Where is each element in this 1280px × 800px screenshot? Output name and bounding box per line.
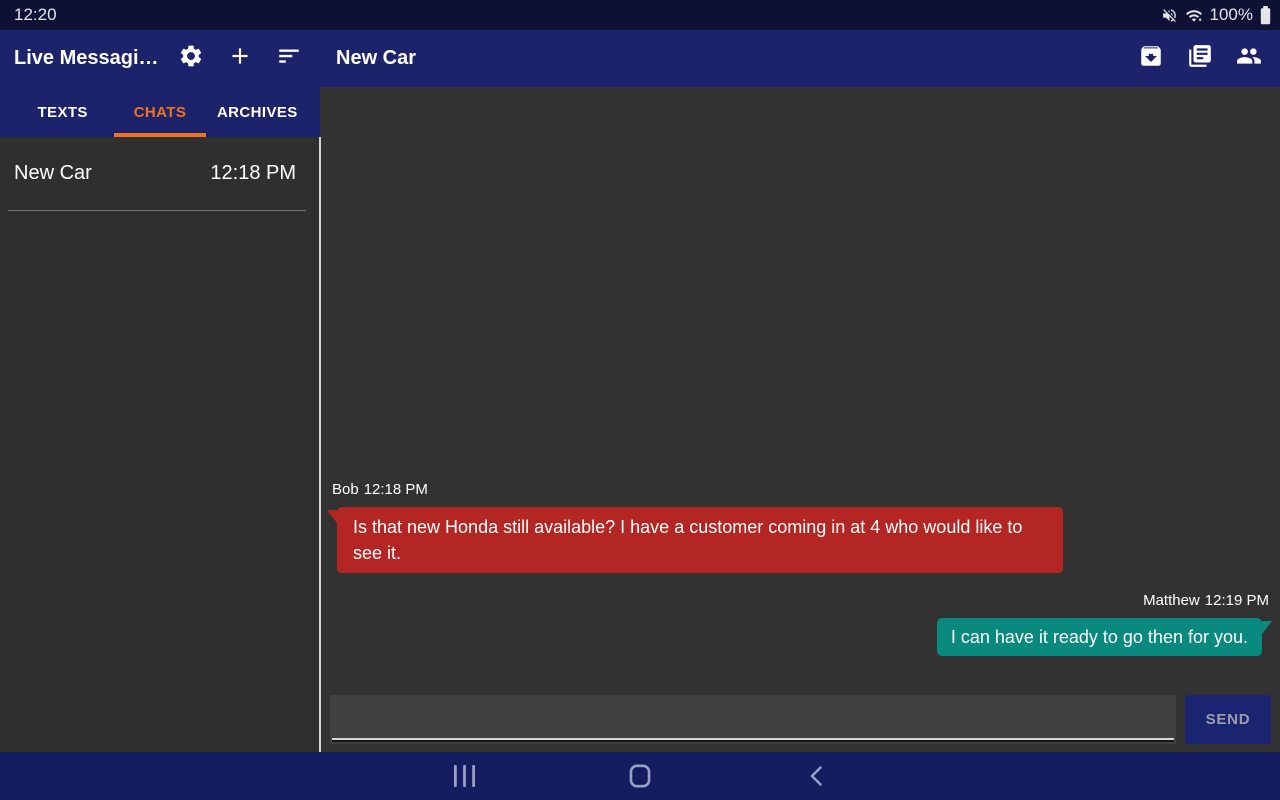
outgoing-bubble: I can have it ready to go then for you. — [936, 618, 1273, 656]
list-divider — [8, 210, 306, 211]
tab-chats[interactable]: CHATS — [111, 87, 208, 137]
recents-icon — [453, 765, 475, 787]
message-meta: Bob 12:18 PM — [332, 481, 428, 499]
message-sender: Bob — [332, 481, 359, 498]
add-icon — [227, 43, 253, 74]
message-text: Is that new Honda still available? I hav… — [353, 517, 1023, 563]
app-bar: Live Messagi… New Car — [0, 30, 1280, 87]
tab-texts[interactable]: TEXTS — [14, 87, 111, 137]
battery-icon — [1260, 5, 1271, 25]
tab-archives[interactable]: ARCHIVES — [209, 87, 306, 137]
message-time: 12:19 PM — [1204, 592, 1269, 609]
archive-button[interactable] — [1126, 30, 1175, 87]
send-button-label: SEND — [1205, 711, 1251, 728]
message-text: I can have it ready to go then for you. — [950, 627, 1248, 647]
contacts-button[interactable] — [1224, 30, 1273, 87]
templates-icon — [1187, 43, 1213, 74]
conversation-list-item[interactable]: New Car 12:18 PM — [0, 137, 319, 210]
message-incoming: Bob 12:18 PM Is that new Honda still ava… — [327, 481, 1271, 573]
message-time: 12:18 PM — [363, 481, 428, 498]
message-outgoing: Matthew 12:19 PM I can have it ready to … — [330, 592, 1273, 656]
status-bar: 12:20 100% — [0, 0, 1280, 30]
message-list: Bob 12:18 PM Is that new Honda still ava… — [327, 481, 1273, 656]
app-bar-left: Live Messagi… — [0, 30, 320, 87]
home-button[interactable] — [608, 752, 672, 800]
status-icons: 100% — [1161, 5, 1271, 25]
home-icon — [628, 764, 652, 788]
conversation-time: 12:18 PM — [210, 162, 296, 184]
incoming-bubble: Is that new Honda still available? I hav… — [327, 507, 1063, 573]
sort-button[interactable] — [264, 30, 313, 87]
archive-icon — [1138, 43, 1164, 74]
app-bar-right-actions — [1126, 30, 1273, 87]
wifi-icon — [1185, 7, 1203, 23]
message-sender: Matthew — [1143, 592, 1200, 609]
send-button[interactable]: SEND — [1185, 695, 1271, 744]
message-composer: SEND — [330, 695, 1271, 744]
tab-chats-label: CHATS — [133, 103, 187, 121]
volume-muted-icon — [1161, 7, 1178, 24]
system-nav-bar — [0, 752, 1280, 800]
status-time: 12:20 — [14, 5, 57, 24]
messaging-app-screen: 12:20 100% Live Messagi… New Car TEXTS C… — [0, 0, 1280, 800]
new-conversation-button[interactable] — [215, 30, 264, 87]
conversation-list: New Car 12:18 PM — [0, 137, 319, 752]
contacts-icon — [1236, 43, 1262, 74]
message-input[interactable] — [330, 695, 1176, 744]
message-input-wrap — [330, 695, 1176, 744]
settings-button[interactable] — [166, 30, 215, 87]
back-button[interactable] — [784, 752, 848, 800]
chat-panel: Bob 12:18 PM Is that new Honda still ava… — [321, 87, 1280, 752]
recents-button[interactable] — [432, 752, 496, 800]
battery-percent: 100% — [1209, 5, 1253, 24]
templates-button[interactable] — [1175, 30, 1224, 87]
tab-bar: TEXTS CHATS ARCHIVES — [0, 87, 320, 137]
settings-icon — [178, 43, 204, 74]
back-icon — [809, 765, 823, 787]
tab-archives-label: ARCHIVES — [216, 103, 298, 121]
sort-icon — [276, 43, 302, 74]
app-title: Live Messagi… — [14, 47, 159, 69]
chat-title: New Car — [336, 47, 417, 69]
conversation-name: New Car — [14, 162, 92, 184]
app-bar-chat-section: New Car — [320, 30, 1280, 87]
tab-texts-label: TEXTS — [37, 103, 88, 121]
message-meta: Matthew 12:19 PM — [1143, 592, 1269, 610]
